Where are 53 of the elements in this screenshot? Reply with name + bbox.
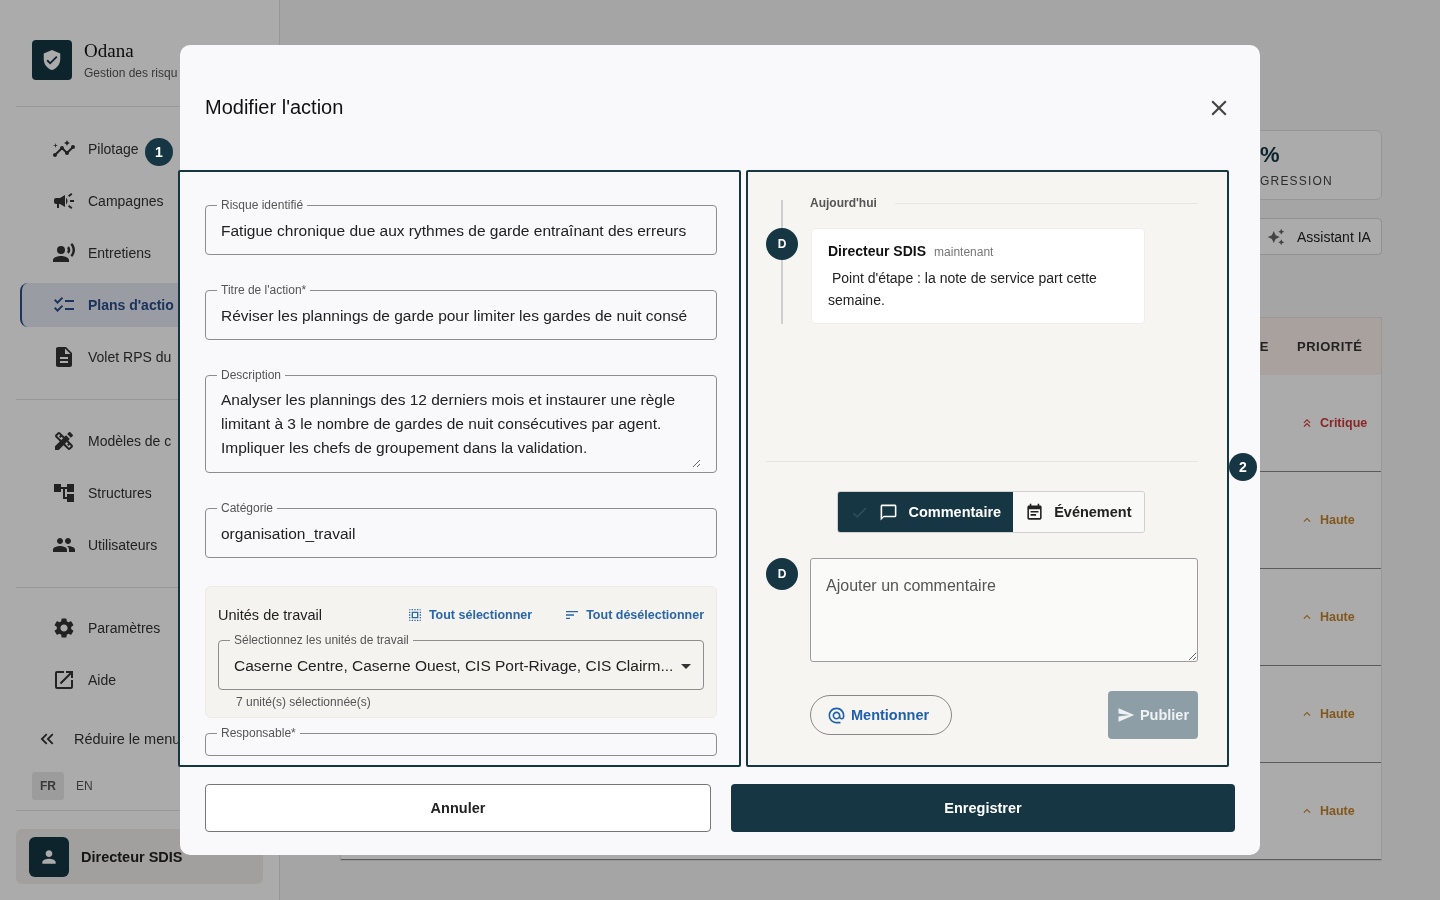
sparkle-icon (1267, 227, 1285, 246)
column-header: E (1258, 339, 1269, 354)
language-option[interactable]: EN (68, 772, 101, 801)
send-icon (1116, 706, 1135, 724)
at-sign-icon (827, 705, 846, 725)
comment-input[interactable]: Ajouter un commentaire (810, 558, 1198, 662)
field-label: Risque identifié (220, 198, 305, 212)
avatar: D (766, 558, 798, 590)
avatar: D (766, 228, 798, 260)
deselect-all-button[interactable]: Tout désélectionner (564, 607, 704, 623)
save-button[interactable]: Enregistrer (731, 784, 1235, 832)
comment-author: Directeur SDIS (828, 243, 927, 259)
stat-label: GRESSION (1260, 174, 1334, 188)
field-label: Responsable* (220, 726, 297, 740)
field-label: Catégorie (220, 501, 275, 515)
speech-bubble-icon (879, 502, 899, 522)
text-field[interactable]: Responsable* (205, 726, 717, 756)
units-select[interactable]: Sélectionnez les unités de travail Caserne Centre, Caserne Ouest, CIS Port-Rivage, CIS Clairm... (218, 633, 704, 690)
mode-toggle[interactable]: Événement (1013, 492, 1144, 532)
stat-value: % (1260, 142, 1281, 168)
settings-icon (52, 616, 76, 641)
text-field[interactable]: Catégorie organisation_travail (205, 501, 717, 558)
calendar-icon (1025, 502, 1045, 522)
priority-label: Haute (1269, 804, 1381, 818)
comment-time: maintenant (934, 245, 994, 259)
select-all-icon (406, 607, 423, 623)
comment-text: Point d'étape : la note de service part cette semaine. (828, 269, 1098, 310)
priority-label: Haute (1269, 610, 1381, 624)
user-name: Directeur SDIS (81, 848, 183, 865)
cancel-button[interactable]: Annuler (205, 784, 711, 832)
priority-label: Critique (1269, 416, 1381, 430)
select-all-button[interactable]: Tout sélectionner (406, 607, 533, 623)
priority-label: Haute (1269, 707, 1381, 721)
column-header: PRIORITÉ (1296, 339, 1364, 354)
text-area-field[interactable]: Description Analyser les plannings des 12 derniers mois et instaurer une règle limitant à 3 le nombre de gardes de nuit consécutives par agent. Impliquer les chefs de groupement dans la validation. (205, 368, 717, 473)
person-icon (29, 836, 69, 877)
field-value[interactable]: Analyser les plannings des 12 derniers mois et instaurer une règle limitant à 3 le nombre de gardes de nuit consécutives par agent. Impliquer les chefs de groupement dans la validation. (221, 382, 701, 468)
priority-label: Haute (1269, 513, 1381, 527)
units-title: Unités de travail (218, 607, 322, 623)
text-field[interactable]: Risque identifié Fatigue chronique due aux rythmes de garde entraînant des erreurs (205, 198, 717, 255)
select-value: Caserne Centre, Caserne Ouest, CIS Port-Rivage, CIS Clairm... (234, 657, 675, 675)
helper-text: 7 unité(s) sélectionnée(s) (236, 695, 372, 709)
brand-subtitle: Gestion des risqu (84, 66, 178, 80)
date-heading: Aujourd'hui (810, 196, 877, 210)
field-label: Description (220, 368, 283, 382)
language-option[interactable]: FR (32, 772, 64, 801)
dialog-title: Modifier l'action (205, 96, 344, 119)
field-label: Sélectionnez les unités de travail (233, 633, 410, 647)
dropdown-caret-icon (681, 663, 691, 669)
logo-icon (32, 40, 72, 80)
mode-toggle[interactable]: Commentaire (838, 492, 1014, 532)
text-field[interactable]: Titre de l'action* Réviser les plannings de garde pour limiter les gardes de nuit consé (205, 283, 717, 340)
brand-name: Odana (84, 40, 135, 62)
